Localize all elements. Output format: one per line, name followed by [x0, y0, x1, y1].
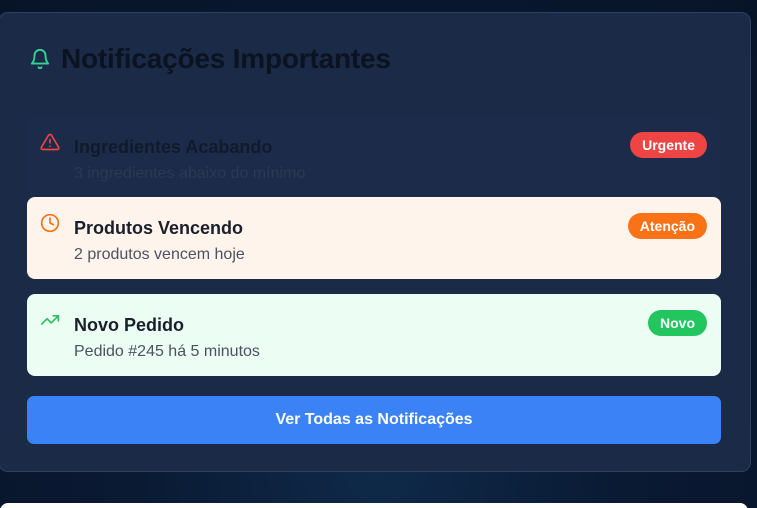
alert-triangle-icon: [40, 132, 60, 152]
notifications-panel: Notificações Importantes Ingredientes Ac…: [0, 12, 751, 472]
clock-icon: [40, 213, 60, 233]
notification-ingredients[interactable]: Ingredientes Acabando 3 ingredientes aba…: [27, 116, 721, 198]
notification-expiring[interactable]: Produtos Vencendo 2 produtos vencem hoje…: [27, 197, 721, 279]
panel-title: Notificações Importantes: [61, 43, 391, 74]
trending-up-icon: [40, 310, 60, 330]
notification-subtitle: 2 produtos vencem hoje: [74, 246, 245, 263]
bell-icon: [29, 48, 51, 70]
panel-header: Notificações Importantes: [29, 43, 391, 75]
notification-title: Produtos Vencendo: [74, 218, 244, 238]
notification-subtitle: 3 ingredientes abaixo do mínimo: [74, 165, 306, 182]
view-all-notifications-button[interactable]: Ver Todas as Notificações: [27, 396, 721, 444]
notification-subtitle: Pedido #245 há 5 minutos: [74, 343, 260, 360]
urgent-badge: Urgente: [630, 132, 707, 158]
notification-title: Novo Pedido: [74, 315, 185, 335]
new-badge: Novo: [648, 310, 707, 336]
notification-title: Ingredientes Acabando: [74, 137, 273, 157]
attention-badge: Atenção: [627, 213, 707, 239]
next-panel: [0, 503, 748, 508]
notification-new-order[interactable]: Novo Pedido Pedido #245 há 5 minutos Nov…: [27, 294, 721, 376]
